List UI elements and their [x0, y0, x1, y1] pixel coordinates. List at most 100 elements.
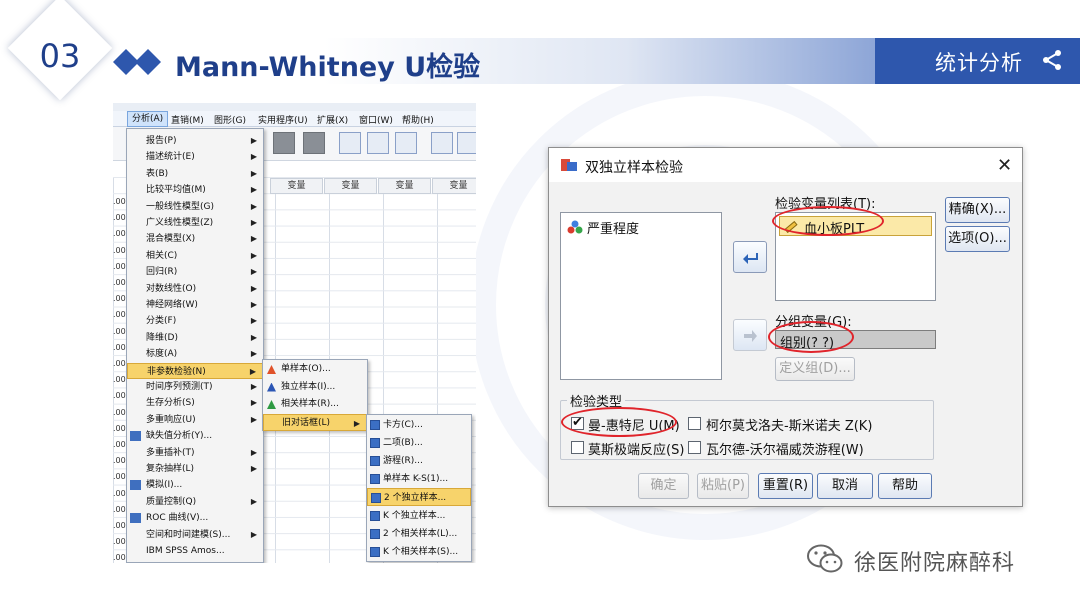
cancel-button[interactable]: 取消: [817, 473, 873, 499]
row-number: .00: [113, 278, 126, 287]
menu-graphs[interactable]: 图形(G): [214, 113, 246, 126]
row-number: .00: [113, 294, 126, 304]
row-number: .00: [113, 488, 126, 498]
menu-item-label: 2 个独立样本...: [384, 493, 447, 504]
menu-item-label: 神经网络(W): [146, 300, 198, 310]
menu-item-label: 描述统计(E): [146, 152, 195, 163]
toolbar-icon[interactable]: [339, 132, 361, 154]
nonparametric-menu-item[interactable]: 旧对话框(L) ▶: [263, 413, 367, 431]
analyze-menu-item[interactable]: 复杂抽样(L) ▶: [127, 461, 263, 477]
column-header[interactable]: 变量: [270, 178, 323, 194]
paste-button[interactable]: 粘贴(P): [697, 473, 749, 499]
toolbar-icon[interactable]: [303, 132, 325, 154]
spss-title-strip: [113, 103, 476, 111]
analyze-menu-item[interactable]: 广义线性模型(Z) ▶: [127, 215, 263, 231]
analyze-menu-item[interactable]: 模拟(I)...: [127, 477, 263, 493]
analyze-menu-item[interactable]: 质量控制(Q) ▶: [127, 494, 263, 510]
legacy-menu-item[interactable]: K 个相关样本(S)...: [367, 543, 471, 561]
menu-extensions[interactable]: 扩展(X): [317, 113, 348, 126]
move-to-group-button[interactable]: [733, 319, 767, 351]
legacy-menu-item[interactable]: 单样本 K-S(1)...: [367, 470, 471, 488]
ks-z-label: 柯尔莫戈洛夫-斯米诺夫 Z(K): [706, 419, 873, 434]
analyze-menu-item[interactable]: 对数线性(O) ▶: [127, 281, 263, 297]
nonparametric-menu-item[interactable]: 独立样本(I)...: [263, 379, 367, 396]
dialog-icon: [370, 528, 380, 539]
scale-icon[interactable]: [367, 132, 389, 154]
moses-checkbox[interactable]: [571, 441, 584, 454]
help-button[interactable]: 帮助: [878, 473, 932, 499]
column-header[interactable]: 变量: [432, 178, 476, 194]
toolbar-icon[interactable]: [273, 132, 295, 154]
exact-button[interactable]: 精确(X)...: [945, 197, 1010, 223]
define-groups-button[interactable]: 定义组(D)...: [775, 357, 855, 381]
menu-utilities[interactable]: 实用程序(U): [258, 113, 308, 126]
analyze-menu-item[interactable]: 回归(R) ▶: [127, 264, 263, 280]
menu-direct-marketing[interactable]: 直销(M): [171, 113, 204, 126]
menu-item-label: 表(B): [146, 168, 169, 179]
dialog-icon: [370, 510, 380, 521]
source-variable-list[interactable]: 严重程度: [560, 212, 722, 380]
analyze-menu-item[interactable]: 神经网络(W) ▶: [127, 297, 263, 313]
analyze-menu-item[interactable]: 生存分析(S) ▶: [127, 395, 263, 411]
arrow-left-icon: [743, 253, 758, 264]
analyze-menu-item[interactable]: 相关(C) ▶: [127, 248, 263, 264]
nonparametric-menu-item[interactable]: 相关样本(R)...: [263, 396, 367, 413]
menu-item-label: 缺失值分析(Y)...: [146, 431, 213, 442]
menu-item-label: 标度(A): [146, 349, 178, 360]
analyze-menu-item[interactable]: 降维(D) ▶: [127, 330, 263, 346]
menu-help[interactable]: 帮助(H): [402, 113, 434, 126]
row-number: .00: [113, 375, 126, 385]
ok-button[interactable]: 确定: [638, 473, 689, 499]
submenu-arrow-icon: ▶: [250, 349, 257, 359]
menu-analyze[interactable]: 分析(A): [127, 111, 169, 127]
close-icon[interactable]: ✕: [997, 155, 1012, 176]
table-icon[interactable]: [395, 132, 417, 154]
analyze-menu-item[interactable]: 一般线性模型(G) ▶: [127, 199, 263, 215]
row-number: .00: [113, 359, 126, 368]
menu-window[interactable]: 窗口(W): [359, 113, 393, 126]
menu-item-icon: [130, 431, 141, 442]
analyze-menu-item[interactable]: 空间和时间建模(S)... ▶: [127, 527, 263, 543]
analyze-menu-item[interactable]: 报告(P) ▶: [127, 133, 263, 149]
analyze-menu-item[interactable]: IBM SPSS Amos...: [127, 543, 263, 559]
analyze-menu-item[interactable]: 分类(F) ▶: [127, 313, 263, 329]
nonparametric-menu-item[interactable]: 单样本(O)...: [263, 361, 367, 378]
analyze-menu-item[interactable]: 标度(A) ▶: [127, 346, 263, 362]
legacy-menu-item[interactable]: K 个独立样本...: [367, 507, 471, 525]
test-type-icon: [267, 400, 276, 409]
search-icon[interactable]: [457, 132, 476, 154]
analyze-menu-item[interactable]: 多重插补(T) ▶: [127, 445, 263, 461]
value-labels-icon[interactable]: [431, 132, 453, 154]
dialog-icon: [370, 474, 380, 485]
share-icon[interactable]: [1040, 48, 1064, 72]
ks-z-checkbox[interactable]: [688, 417, 701, 430]
legacy-menu-item[interactable]: 2 个相关样本(L)...: [367, 525, 471, 543]
move-to-test-list-button[interactable]: [733, 241, 767, 273]
analyze-menu-item[interactable]: 表(B) ▶: [127, 166, 263, 182]
dialog-icon: [371, 493, 381, 504]
legacy-menu-item[interactable]: 卡方(C)...: [367, 416, 471, 434]
analyze-menu-item[interactable]: 非参数检验(N) ▶: [127, 362, 263, 379]
legacy-menu-item[interactable]: 游程(R)...: [367, 452, 471, 470]
column-header[interactable]: 变量: [324, 178, 377, 194]
analyze-menu-item[interactable]: 比较平均值(M) ▶: [127, 182, 263, 198]
legacy-menu-item[interactable]: 2 个独立样本...: [367, 488, 471, 507]
analyze-menu-item[interactable]: 缺失值分析(Y)...: [127, 428, 263, 444]
column-header[interactable]: 变量: [378, 178, 431, 194]
row-number: .00: [113, 407, 126, 417]
wald-wolfowitz-checkbox[interactable]: [688, 441, 701, 454]
analyze-menu-item[interactable]: ROC 曲线(V)...: [127, 510, 263, 526]
legacy-menu-item[interactable]: 二项(B)...: [367, 434, 471, 452]
submenu-arrow-icon: ▶: [250, 464, 257, 473]
analyze-menu-item[interactable]: 多重响应(U) ▶: [127, 412, 263, 428]
menu-item-label: 卡方(C)...: [383, 420, 423, 430]
row-number: .00: [113, 261, 126, 271]
analyze-menu-item[interactable]: 描述统计(E) ▶: [127, 149, 263, 165]
submenu-arrow-icon: ▶: [249, 366, 256, 376]
analyze-menu-item[interactable]: 时间序列预测(T) ▶: [127, 379, 263, 395]
legacy-dialogs-submenu: 卡方(C)... 二项(B)... 游程(R)... 单样本 K-S(1)... 2 个…: [366, 414, 472, 562]
options-button[interactable]: 选项(O)...: [945, 226, 1010, 252]
analyze-menu-item[interactable]: 混合模型(X) ▶: [127, 231, 263, 247]
slide: { "header": { "section_number": "03", "t…: [0, 0, 1080, 608]
reset-button[interactable]: 重置(R): [758, 473, 813, 499]
